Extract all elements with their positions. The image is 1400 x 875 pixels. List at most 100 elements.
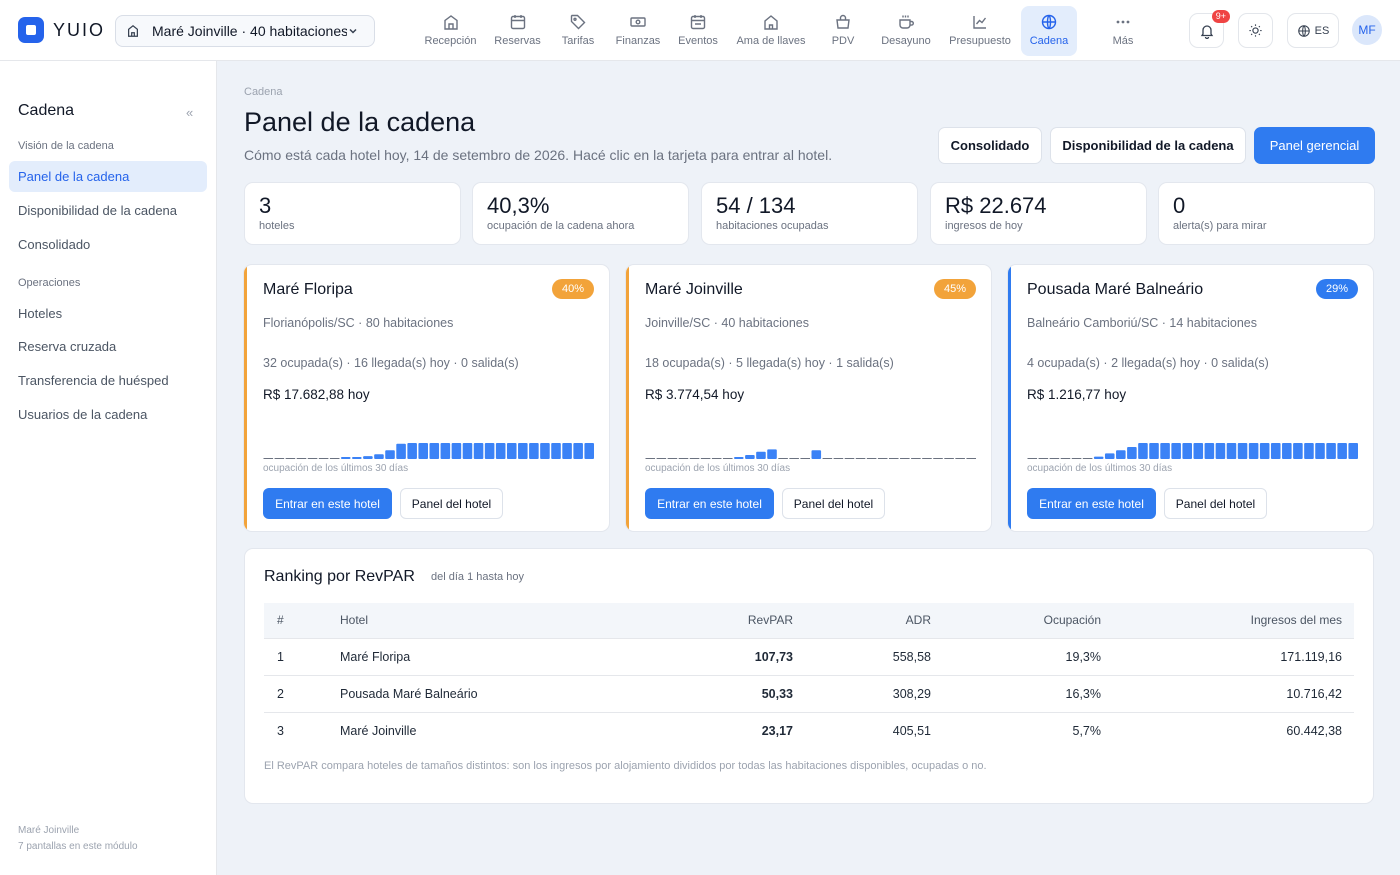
sparkline-bar [1293, 443, 1303, 459]
sparkline-label: ocupación de los últimos 30 días [263, 463, 409, 474]
sparkline-empty-bar [877, 458, 888, 459]
sparkline-empty-bar [833, 458, 844, 459]
calendar-icon [510, 15, 525, 30]
enter-hotel-button[interactable]: Entrar en este hotel [645, 488, 774, 519]
nav-cadena[interactable]: Cadena [1021, 6, 1077, 56]
occupancy-badge: 45% [933, 279, 976, 299]
hotel-card[interactable]: Maré Joinville 45% Joinville/SC · 40 hab… [625, 264, 992, 532]
nav-reservas[interactable]: Reservas [488, 6, 547, 56]
sparkline-bar [396, 443, 406, 459]
occupancy-cell: 19,3% [943, 638, 1113, 676]
nav-pdv[interactable]: PDV [825, 6, 861, 56]
kpi-value: R$ 22.674 [945, 193, 1047, 218]
sparkline-empty-bar [1027, 458, 1038, 459]
sparkline-empty-bar [789, 458, 799, 459]
revenue-cell: 10.716,42 [1113, 675, 1354, 713]
sidebar-section-vision: Visión de la cadena [18, 140, 114, 152]
hotel-card[interactable]: Pousada Maré Balneário 29% Balneário Cam… [1007, 264, 1374, 532]
collapse-sidebar-icon[interactable]: « [186, 105, 193, 120]
kpi-value: 0 [1173, 193, 1186, 218]
hotel-cell: Maré Floripa [340, 638, 685, 676]
sparkline-bar [811, 450, 822, 459]
breadcrumb[interactable]: Cadena [244, 86, 283, 98]
sidebar-item-transferencia[interactable]: Transferencia de huésped [9, 365, 207, 396]
nav-presupuesto[interactable]: Presupuesto [946, 6, 1014, 56]
column-header: # [264, 603, 340, 639]
more-icon [1116, 20, 1130, 24]
kpi-card: 40,3% ocupación de la cadena ahora [472, 182, 689, 245]
nav-label: Finanzas [615, 35, 661, 47]
sparkline-bar [1315, 443, 1325, 459]
sparkline-bar [1326, 443, 1336, 459]
column-header: RevPAR [685, 603, 805, 639]
theme-toggle[interactable] [1238, 13, 1273, 48]
hotel-panel-button[interactable]: Panel del hotel [782, 488, 885, 519]
sparkline-empty-bar [1071, 458, 1082, 459]
sparkline-empty-bar [855, 458, 866, 459]
shopping-bag-icon [836, 14, 850, 29]
hotel-stats: 32 ocupada(s) · 16 llegada(s) hoy · 0 sa… [263, 356, 519, 370]
hotel-panel-button[interactable]: Panel del hotel [1164, 488, 1267, 519]
sparkline-bar [562, 443, 572, 459]
hotel-cell: Pousada Maré Balneário [340, 675, 685, 713]
sparkline-empty-bar [822, 458, 833, 459]
table-row[interactable]: 1 Maré Floripa 107,73 558,58 19,3% 171.1… [264, 638, 1354, 676]
sparkline-empty-bar [296, 458, 307, 459]
column-header: Ocupación [943, 603, 1113, 639]
disponibilidad-button[interactable]: Disponibilidad de la cadena [1050, 127, 1246, 164]
enter-hotel-button[interactable]: Entrar en este hotel [263, 488, 392, 519]
sparkline-bar [506, 443, 517, 459]
nav-eventos[interactable]: Eventos [675, 6, 721, 56]
rank-cell: 3 [277, 723, 284, 738]
sidebar-item-panel-de-la-cadena[interactable]: Panel de la cadena [9, 161, 207, 192]
table-row[interactable]: 3 Maré Joinville 23,17 405,51 5,7% 60.44… [264, 712, 1354, 749]
nav-tarifas[interactable]: Tarifas [556, 6, 600, 56]
sparkline-bar [462, 443, 473, 459]
sidebar-item-disponibilidad[interactable]: Disponibilidad de la cadena [9, 195, 207, 226]
money-icon [630, 17, 646, 27]
occupancy-sparkline [263, 443, 594, 459]
sidebar-item-consolidado[interactable]: Consolidado [9, 229, 207, 260]
sparkline-bar [573, 443, 583, 459]
table-row[interactable]: 2 Pousada Maré Balneário 50,33 308,29 16… [264, 675, 1354, 713]
hotel-location: Balneário Camboriú/SC · 14 habitaciones [1027, 316, 1257, 330]
avatar[interactable]: MF [1352, 15, 1382, 45]
nav-label: Reservas [494, 35, 541, 47]
ranking-title: Ranking por RevPAR [264, 568, 415, 585]
hotel-panel-button[interactable]: Panel del hotel [400, 488, 503, 519]
sparkline-empty-bar [645, 458, 656, 459]
sparkline-empty-bar [656, 458, 667, 459]
hotel-location: Joinville/SC · 40 habitaciones [645, 316, 809, 330]
sparkline-empty-bar [778, 458, 788, 459]
nav-label: Tarifas [561, 35, 595, 47]
sparkline-empty-bar [844, 458, 855, 459]
sparkline-bar [1171, 443, 1181, 459]
sidebar-item-reserva-cruzada[interactable]: Reserva cruzada [9, 331, 207, 362]
revenue-cell: 60.442,38 [1286, 723, 1342, 738]
sidebar-item-hoteles[interactable]: Hoteles [9, 298, 207, 329]
enter-hotel-button[interactable]: Entrar en este hotel [1027, 488, 1156, 519]
sparkline-empty-bar [944, 458, 954, 459]
nav-label: Eventos [678, 35, 718, 47]
language-label: ES [1314, 24, 1330, 37]
sparkline-empty-bar [700, 458, 711, 459]
sparkline-empty-bar [678, 458, 689, 459]
occupancy-cell: 5,7% [1072, 723, 1102, 738]
notifications-button[interactable]: 9+ [1189, 10, 1230, 48]
nav-mas[interactable]: Más [1100, 6, 1146, 56]
occupancy-badge: 40% [551, 279, 594, 299]
sparkline-empty-bar [911, 458, 921, 459]
nav-desayuno[interactable]: Desayuno [878, 6, 934, 56]
sparkline-empty-bar [318, 458, 329, 459]
language-selector[interactable]: ES [1287, 13, 1339, 48]
hotel-name: Maré Floripa [263, 281, 353, 298]
sparkline-bar [385, 450, 395, 459]
sidebar-item-usuarios[interactable]: Usuarios de la cadena [9, 399, 207, 430]
hotel-card[interactable]: Maré Floripa 40% Florianópolis/SC · 80 h… [243, 264, 610, 532]
nav-finanzas[interactable]: Finanzas [612, 6, 664, 56]
nav-recepcion[interactable]: Recepción [420, 6, 481, 56]
consolidado-button[interactable]: Consolidado [938, 127, 1042, 164]
sparkline-bar [374, 454, 384, 459]
nav-ama-de-llaves[interactable]: Ama de llaves [733, 6, 809, 56]
panel-gerencial-button[interactable]: Panel gerencial [1254, 127, 1375, 164]
